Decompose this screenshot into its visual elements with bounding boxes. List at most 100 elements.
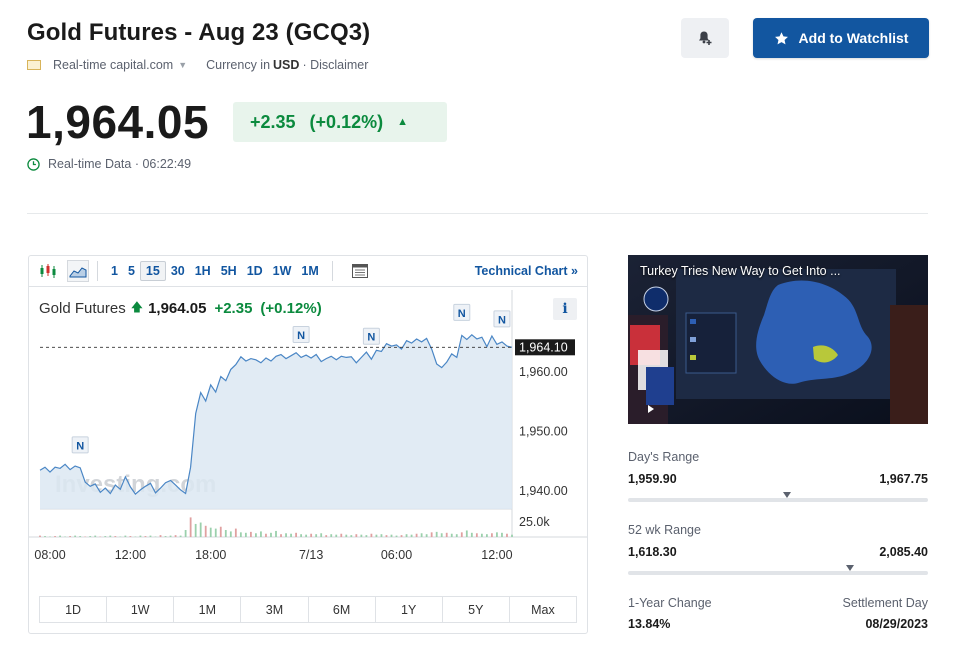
- settlement-day-value: 08/29/2023: [865, 617, 928, 631]
- volume-bar: [219, 526, 222, 537]
- 52wk-range-marker: [846, 565, 854, 571]
- volume-bar: [280, 534, 282, 537]
- volume-bar: [159, 535, 162, 537]
- range-1d-button[interactable]: 1D: [40, 597, 108, 622]
- volume-bar: [445, 532, 448, 537]
- volume-bar: [450, 533, 453, 537]
- volume-bar: [209, 527, 212, 537]
- volume-bar: [430, 532, 433, 537]
- volume-axis-label: 25.0k: [519, 515, 550, 529]
- volume-bar: [496, 532, 498, 537]
- data-source[interactable]: Real-time capital.com: [53, 58, 173, 72]
- volume-bar: [144, 536, 147, 537]
- volume-bar: [89, 536, 92, 537]
- volume-bar: [340, 533, 343, 537]
- volume-bar: [485, 534, 488, 537]
- volume-bar: [315, 534, 318, 537]
- volume-bar: [249, 531, 252, 537]
- create-alert-button[interactable]: [681, 18, 729, 58]
- x-tick-label: 06:00: [381, 548, 412, 562]
- volume-bar: [350, 535, 353, 537]
- x-tick-label: 7/13: [299, 548, 323, 562]
- volume-bar: [400, 535, 403, 537]
- volume-bar: [390, 534, 393, 537]
- video-title: Turkey Tries New Way to Get Into ...: [640, 264, 841, 278]
- flag-icon: [27, 60, 41, 70]
- volume-bar: [420, 533, 423, 537]
- volume-bar: [74, 535, 77, 537]
- volume-bar: [470, 532, 473, 537]
- volume-bar: [174, 535, 177, 537]
- volume-bar: [375, 534, 378, 537]
- volume-bar: [260, 531, 262, 537]
- x-tick-label: 08:00: [34, 548, 65, 562]
- volume-bar: [189, 517, 192, 537]
- volume-bar: [109, 535, 112, 537]
- range-6m-button[interactable]: 6M: [309, 597, 376, 622]
- volume-bar: [94, 535, 97, 537]
- change-percent: (+0.12%): [309, 111, 384, 132]
- volume-bar: [285, 533, 287, 537]
- watchlist-label: Add to Watchlist: [798, 30, 909, 46]
- one-year-change-value: 13.84%: [628, 617, 671, 631]
- price-change-badge: +2.35 (+0.12%) ▲: [233, 102, 447, 142]
- volume-bar: [69, 536, 72, 537]
- volume-bar: [440, 533, 443, 537]
- add-to-watchlist-button[interactable]: Add to Watchlist: [753, 18, 929, 58]
- range-5y-button[interactable]: 5Y: [443, 597, 510, 622]
- time-range-selector: 1D 1W 1M 3M 6M 1Y 5Y Max: [39, 596, 577, 623]
- volume-bar: [275, 530, 277, 537]
- volume-bar: [224, 530, 227, 537]
- volume-bar: [335, 534, 338, 537]
- volume-bar: [194, 523, 197, 537]
- volume-bar: [395, 535, 398, 537]
- settlement-day-label: Settlement Day: [842, 596, 928, 610]
- currency-value: USD: [273, 58, 300, 72]
- range-3m-button[interactable]: 3M: [241, 597, 309, 622]
- change-value: +2.35: [250, 111, 296, 132]
- disclaimer-link[interactable]: · Disclaimer: [302, 58, 368, 72]
- star-icon: [774, 31, 788, 44]
- range-1w-button[interactable]: 1W: [107, 597, 175, 622]
- volume-bar: [104, 536, 107, 537]
- days-range-label: Day's Range: [628, 450, 700, 464]
- news-marker-label: N: [297, 330, 305, 342]
- volume-bar: [270, 532, 272, 537]
- volume-bar: [360, 534, 363, 537]
- volume-bar: [234, 528, 237, 537]
- range-1m-button[interactable]: 1M: [174, 597, 242, 622]
- volume-bar: [149, 535, 152, 537]
- current-price-label: 1,964.10: [519, 340, 568, 354]
- x-tick-label: 12:00: [115, 548, 146, 562]
- volume-bar: [59, 535, 61, 537]
- days-range-track: [628, 492, 928, 502]
- volume-bar: [501, 532, 503, 537]
- volume-bar: [405, 534, 408, 537]
- volume-bar: [370, 533, 373, 537]
- 52wk-range-track: [628, 565, 928, 575]
- chevron-down-icon[interactable]: ▼: [178, 60, 187, 70]
- volume-bar: [79, 536, 82, 537]
- video-player[interactable]: Turkey Tries New Way to Get Into ...: [628, 255, 928, 424]
- price-chart-plot[interactable]: Investing.com1,964.101,960.001,950.001,9…: [29, 256, 587, 576]
- volume-bar: [114, 536, 117, 537]
- volume-bar: [506, 533, 508, 537]
- volume-bar: [480, 533, 483, 537]
- volume-bar: [214, 528, 217, 537]
- news-marker-label: N: [498, 314, 506, 326]
- realtime-text: Real-time Data · 06:22:49: [48, 157, 192, 171]
- triangle-up-icon: ▲: [397, 116, 408, 128]
- volume-bar: [475, 533, 478, 537]
- volume-bar: [255, 533, 257, 537]
- range-max-button[interactable]: Max: [510, 597, 576, 622]
- volume-bar: [39, 535, 41, 537]
- volume-bar: [124, 535, 127, 537]
- y-tick-label: 1,950.00: [519, 424, 568, 438]
- 52wk-range-label: 52 wk Range: [628, 523, 701, 537]
- volume-bar: [425, 534, 428, 537]
- volume-bar: [305, 534, 308, 537]
- section-divider: [27, 213, 928, 214]
- range-1y-button[interactable]: 1Y: [376, 597, 443, 622]
- 52wk-range-high: 2,085.40: [879, 545, 928, 559]
- volume-bar: [365, 535, 368, 537]
